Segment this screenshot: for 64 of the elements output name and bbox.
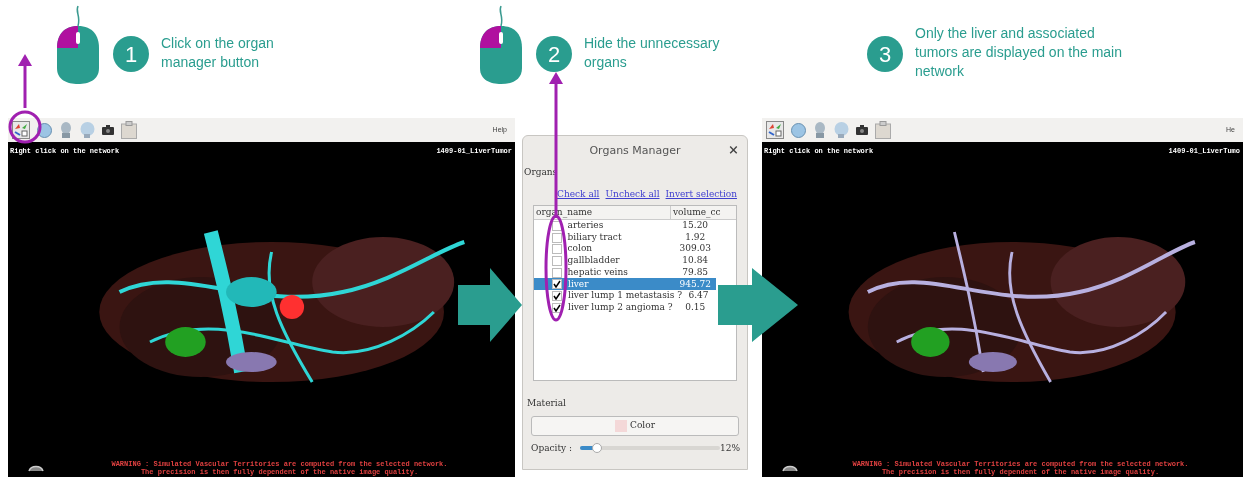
organ-name: hepatic veins — [567, 265, 629, 279]
step-number: 3 — [867, 36, 903, 72]
checkbox[interactable] — [552, 244, 562, 255]
camera-icon[interactable] — [856, 125, 868, 135]
organ-name: liver — [568, 277, 590, 291]
step-text: Only the liver and associated tumors are displayed on the main network — [915, 24, 1123, 81]
organ-row[interactable]: hepatic veins 79.85 — [534, 266, 716, 279]
selection-link[interactable]: Invert selection — [665, 187, 737, 201]
checkbox[interactable] — [552, 302, 562, 313]
organ-name: gallbladder — [567, 254, 621, 268]
step-text: Hide the unnecessary organs — [584, 34, 721, 72]
sphere-icon[interactable] — [791, 122, 806, 138]
organ-name: arteries — [567, 219, 605, 233]
organ-manager-icon[interactable] — [766, 121, 784, 139]
column-header[interactable]: volume_cc — [671, 206, 736, 219]
organ-volume: 0.15 — [684, 300, 707, 314]
head-icon[interactable] — [813, 122, 827, 138]
organ-manager-icon[interactable] — [12, 121, 30, 139]
step-number: 2 — [536, 36, 572, 72]
camera-icon[interactable] — [102, 125, 114, 135]
checkbox[interactable] — [552, 279, 562, 290]
opacity-value: 12% — [720, 441, 740, 455]
organ-name: colon — [567, 242, 594, 256]
organ-row[interactable]: liver lump 2 angioma ? 0.15 — [534, 301, 716, 314]
organ-row[interactable]: liver lump 1 metastasis ? 6.47 — [534, 290, 716, 302]
close-button[interactable]: × — [728, 143, 739, 156]
organ-row[interactable]: arteries 15.20 — [534, 220, 716, 232]
organ-row[interactable]: colon 309.03 — [534, 243, 716, 256]
organ-volume: 1.92 — [684, 230, 707, 244]
clipboard-icon[interactable] — [121, 121, 137, 139]
color-swatch — [615, 419, 628, 432]
slider-thumb[interactable] — [591, 443, 602, 454]
opacity-label: Opacity : — [531, 441, 573, 455]
organ-volume: 6.47 — [687, 289, 710, 303]
checkbox[interactable] — [552, 267, 562, 278]
checkbox[interactable] — [552, 255, 562, 266]
head-icon[interactable] — [59, 122, 73, 138]
pointer-arrow — [18, 54, 32, 108]
section-label: Material — [526, 397, 567, 410]
highlight-circle — [8, 110, 42, 144]
selection-link[interactable]: Uncheck all — [605, 187, 660, 201]
organ-name: liver lump 2 angioma ? — [568, 300, 674, 314]
clipboard-icon[interactable] — [875, 121, 891, 139]
checkbox[interactable] — [552, 290, 562, 301]
step-number: 1 — [113, 36, 149, 72]
step-text: Click on the organ manager button — [161, 34, 275, 72]
organ-volume: 945.72 — [678, 277, 712, 291]
organ-volume: 79.85 — [681, 265, 710, 279]
organ-row[interactable]: gallbladder 10.84 — [534, 255, 716, 267]
head-icon[interactable] — [80, 122, 95, 138]
organ-name: biliary tract — [567, 230, 623, 244]
organ-volume: 15.20 — [681, 219, 710, 233]
organ-row[interactable]: liver 945.72 — [534, 278, 716, 291]
organ-volume: 10.84 — [681, 254, 710, 268]
dialog-title: Organs Manager — [589, 142, 681, 159]
sphere-icon[interactable] — [37, 122, 52, 138]
head-icon[interactable] — [834, 122, 849, 138]
checkbox[interactable] — [552, 232, 562, 243]
organ-name: liver lump 1 metastasis ? — [568, 289, 681, 303]
opacity-slider[interactable] — [580, 443, 720, 454]
organ-row[interactable]: biliary tract 1.92 — [534, 231, 716, 244]
organ-volume: 309.03 — [678, 242, 712, 256]
checkbox[interactable] — [552, 220, 562, 231]
color-button[interactable]: Color — [531, 415, 739, 436]
